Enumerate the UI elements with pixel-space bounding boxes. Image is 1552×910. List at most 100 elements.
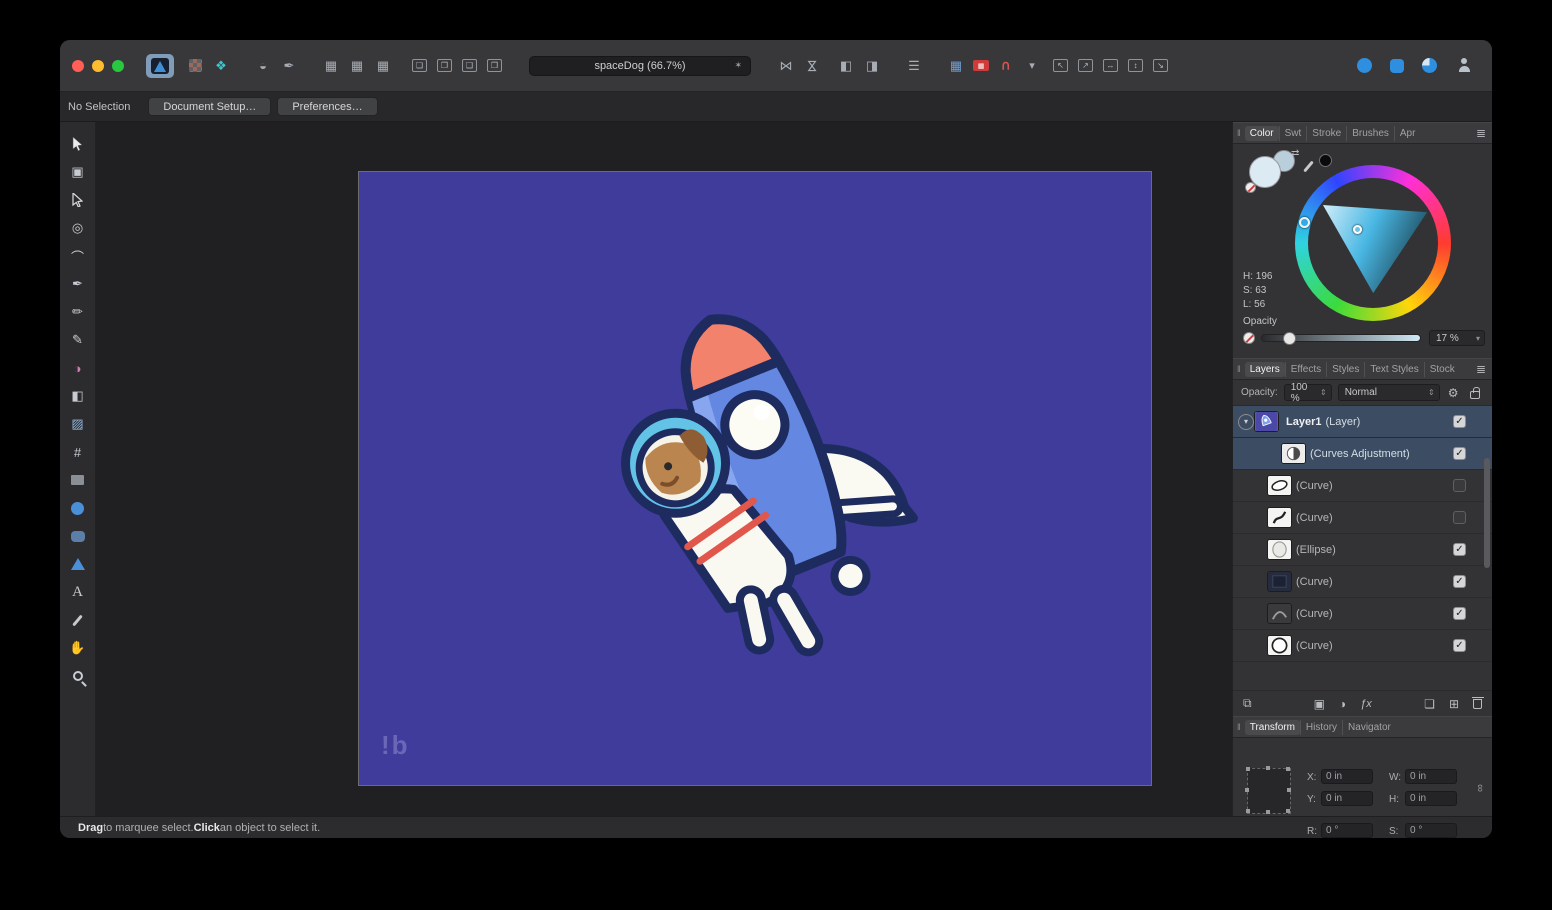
layer-row-curve[interactable]: (Curve) ✓ [1233, 630, 1492, 662]
layer-row-ellipse[interactable]: (Ellipse) ✓ [1233, 534, 1492, 566]
flip-vertical-icon[interactable]: ⋈ [800, 53, 824, 79]
pixel-persona-button[interactable] [182, 54, 208, 78]
layers-scrollbar[interactable] [1484, 458, 1490, 568]
transform-mode-icon-2[interactable]: ↗ [1078, 59, 1093, 72]
tab-transform[interactable]: Transform [1245, 720, 1300, 735]
layer-visibility-checkbox[interactable]: ✓ [1453, 447, 1466, 460]
preferences-button[interactable]: Preferences… [277, 97, 377, 116]
color-grid-icon[interactable]: ▦ [943, 54, 969, 78]
new-group-icon[interactable]: ⊞ [1449, 697, 1459, 711]
tab-styles[interactable]: Styles [1326, 362, 1364, 377]
document-setup-button[interactable]: Document Setup… [148, 97, 271, 116]
saturation-lightness-triangle[interactable] [1316, 185, 1433, 296]
hue-wheel[interactable] [1295, 165, 1451, 321]
tab-history[interactable]: History [1300, 720, 1342, 735]
anchor-point-selector[interactable] [1247, 768, 1291, 814]
layers-opacity-dropdown[interactable]: 100 % ⇕ [1284, 384, 1332, 401]
pen-badge-icon[interactable]: ✒ [276, 54, 302, 78]
hue-marker[interactable] [1299, 217, 1310, 228]
artboard[interactable]: !b [359, 172, 1151, 785]
panel-drag-handle[interactable]: ‖ [1237, 722, 1241, 732]
gear-icon[interactable]: ⚙ [1448, 386, 1459, 400]
tab-swatches[interactable]: Swt [1279, 126, 1307, 141]
layer-thumbnail[interactable] [1281, 443, 1306, 464]
designer-persona-button[interactable] [146, 54, 174, 78]
rounded-rectangle-tool[interactable] [64, 522, 92, 550]
disclosure-triangle-icon[interactable]: ▾ [1238, 414, 1254, 430]
color-marker[interactable] [1353, 225, 1362, 234]
panel-menu-icon[interactable]: ≣ [1476, 126, 1486, 140]
tab-brushes[interactable]: Brushes [1346, 126, 1394, 141]
minimize-window-button[interactable] [92, 60, 104, 72]
h-input[interactable] [1405, 791, 1457, 806]
tab-color[interactable]: Color [1245, 126, 1279, 141]
pixel-grid-icon[interactable]: ▦ [344, 54, 370, 78]
vector-brush-tool[interactable]: ✎ [64, 326, 92, 354]
layer-visibility-checkbox[interactable]: ✓ [1453, 415, 1466, 428]
layer-row-curve[interactable]: (Curve) [1233, 502, 1492, 534]
tab-navigator[interactable]: Navigator [1342, 720, 1396, 735]
tab-stock[interactable]: Stock [1424, 362, 1460, 377]
view-tool[interactable]: ✋ [64, 634, 92, 662]
snapping-magnet-icon[interactable]: ∪ [993, 54, 1019, 78]
corner-tool[interactable]: ⌒ [64, 242, 92, 270]
tab-effects[interactable]: Effects [1285, 362, 1326, 377]
node-tool[interactable] [64, 186, 92, 214]
canvas-workspace[interactable]: !b [96, 122, 1232, 816]
shear-input[interactable] [1405, 823, 1457, 838]
fill-tool[interactable]: ◑ [64, 354, 92, 382]
move-forward-icon[interactable]: ◨ [859, 54, 885, 78]
blend-mode-dropdown[interactable]: Normal ⇕ [1338, 384, 1440, 401]
place-image-tool[interactable]: ▨ [64, 410, 92, 438]
insert-top-icon[interactable]: ❐ [437, 59, 452, 72]
rotate-document-icon[interactable]: ◒ [250, 54, 276, 78]
layer-row-curve[interactable]: (Curve) [1233, 470, 1492, 502]
secondary-color-swatch[interactable] [1319, 154, 1332, 167]
delete-layer-icon[interactable] [1473, 699, 1482, 709]
move-tool[interactable] [64, 130, 92, 158]
layer-visibility-checkbox[interactable]: ✓ [1453, 639, 1466, 652]
artistic-text-tool[interactable]: A [64, 578, 92, 606]
pencil-tool[interactable]: ✏ [64, 298, 92, 326]
color-sync-icon[interactable] [1357, 58, 1372, 73]
layer-row-curves-adjustment[interactable]: (Curves Adjustment) ✓ [1233, 438, 1492, 470]
w-input[interactable] [1405, 769, 1457, 784]
layer-thumbnail[interactable] [1267, 603, 1292, 624]
pen-tool[interactable]: ✒ [64, 270, 92, 298]
insert-behind-icon[interactable]: ❏ [412, 59, 427, 72]
layer-row-curve[interactable]: (Curve) ✓ [1233, 566, 1492, 598]
account-icon[interactable] [1456, 58, 1472, 73]
layer-thumbnail[interactable] [1267, 571, 1292, 592]
panel-menu-icon[interactable]: ≣ [1476, 362, 1486, 376]
grid-settings-icon[interactable]: ▦ [318, 54, 344, 78]
layer-thumbnail[interactable] [1267, 507, 1292, 528]
layer-visibility-checkbox[interactable] [1453, 511, 1466, 524]
transparency-tool[interactable]: ◧ [64, 382, 92, 410]
opacity-none-icon[interactable] [1243, 332, 1255, 344]
layers-stack-icon[interactable]: ⧉ [1243, 696, 1252, 711]
tab-stroke[interactable]: Stroke [1306, 126, 1346, 141]
layer-thumbnail[interactable] [1254, 411, 1279, 432]
x-input[interactable] [1321, 769, 1373, 784]
layer-row-curve[interactable]: (Curve) ✓ [1233, 598, 1492, 630]
eyedropper-icon[interactable] [1303, 161, 1314, 173]
link-dimensions-icon[interactable]: ∞ [1474, 784, 1486, 792]
layer-visibility-checkbox[interactable]: ✓ [1453, 543, 1466, 556]
opacity-slider[interactable] [1261, 334, 1421, 342]
new-layer-icon[interactable]: ❏ [1424, 697, 1435, 711]
point-transform-tool[interactable]: ◎ [64, 214, 92, 242]
insert-inside-icon[interactable]: ❑ [462, 59, 477, 72]
ellipse-tool[interactable] [64, 494, 92, 522]
rotation-input[interactable] [1321, 823, 1373, 838]
artboard-tool[interactable]: ▣ [64, 158, 92, 186]
zoom-tool[interactable] [64, 662, 92, 690]
transform-mode-icon-4[interactable]: ↕ [1128, 59, 1143, 72]
smart-shape-icon[interactable] [1422, 58, 1437, 73]
panel-drag-handle[interactable]: ‖ [1237, 364, 1241, 374]
move-backward-icon[interactable]: ◧ [833, 54, 859, 78]
guides-icon[interactable]: ▦ [370, 54, 396, 78]
opacity-slider-knob[interactable] [1283, 332, 1296, 345]
document-title-menu[interactable]: spaceDog (66.7%) ✶ [529, 56, 751, 76]
tab-layers[interactable]: Layers [1245, 362, 1285, 377]
vector-crop-tool[interactable]: # [64, 438, 92, 466]
